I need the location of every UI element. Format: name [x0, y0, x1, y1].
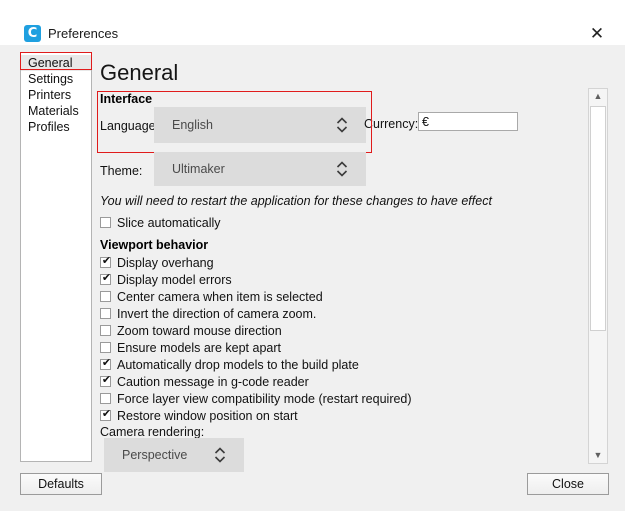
chevron-updown-icon [336, 159, 348, 179]
checkbox-ensure-models-kept-apart[interactable]: Ensure models are kept apart [100, 340, 281, 357]
close-button[interactable]: Close [527, 473, 609, 495]
checkbox-icon[interactable] [100, 357, 112, 371]
sidebar-item-settings[interactable]: Settings [21, 71, 91, 87]
checkbox-zoom-toward-mouse[interactable]: Zoom toward mouse direction [100, 323, 282, 340]
checkbox-label: Slice automatically [117, 215, 221, 230]
checkbox-slice-automatically[interactable]: Slice automatically [100, 215, 221, 232]
checkbox-auto-drop-models[interactable]: Automatically drop models to the build p… [100, 357, 359, 374]
checkbox-center-camera-when-item-selected[interactable]: Center camera when item is selected [100, 289, 323, 306]
chevron-updown-icon [336, 115, 348, 135]
checkbox-label: Zoom toward mouse direction [117, 323, 282, 338]
language-dropdown[interactable]: English [154, 107, 366, 143]
window-title: Preferences [48, 26, 119, 41]
camera-rendering-dropdown[interactable]: Perspective [104, 438, 244, 472]
vertical-scrollbar[interactable]: ▲ ▼ [588, 88, 608, 464]
sidebar-item-label: Printers [28, 88, 72, 102]
checkbox-label: Automatically drop models to the build p… [117, 357, 359, 372]
checkbox-label: Ensure models are kept apart [117, 340, 281, 355]
page-title: General [100, 60, 179, 85]
title-bar: C Preferences ✕ [0, 0, 625, 46]
language-value: English [172, 118, 213, 132]
checkbox-icon[interactable] [100, 408, 112, 422]
viewport-section-heading: Viewport behavior [100, 238, 209, 252]
checkbox-icon[interactable] [100, 308, 111, 320]
sidebar-item-materials[interactable]: Materials [21, 103, 91, 119]
sidebar-item-profiles[interactable]: Profiles [21, 119, 91, 135]
checkbox-label: Caution message in g-code reader [117, 374, 309, 389]
checkbox-icon[interactable] [100, 325, 111, 337]
checkbox-icon[interactable] [100, 393, 111, 405]
checkbox-label: Center camera when item is selected [117, 289, 323, 304]
category-list[interactable]: General Settings Printers Materials Prof… [20, 52, 92, 462]
defaults-button[interactable]: Defaults [20, 473, 102, 495]
checkbox-caution-message-gcode[interactable]: Caution message in g-code reader [100, 374, 309, 391]
theme-dropdown[interactable]: Ultimaker [154, 152, 366, 186]
checkbox-icon[interactable] [100, 272, 112, 286]
cura-logo-glyph: C [27, 26, 38, 41]
dialog-body: General Settings Printers Materials Prof… [0, 45, 625, 511]
checkbox-icon[interactable] [100, 255, 112, 269]
cura-logo-icon: C [24, 25, 41, 42]
checkbox-icon[interactable] [100, 342, 111, 354]
chevron-updown-icon [214, 445, 226, 465]
scroll-up-icon[interactable]: ▲ [589, 89, 607, 104]
theme-label: Theme: [100, 164, 143, 178]
checkbox-invert-camera-zoom[interactable]: Invert the direction of camera zoom. [100, 306, 316, 323]
sidebar-item-printers[interactable]: Printers [21, 87, 91, 103]
checkbox-icon[interactable] [100, 291, 111, 303]
checkbox-label: Display model errors [117, 272, 232, 287]
checkbox-icon[interactable] [100, 217, 111, 229]
checkbox-label: Restore window position on start [117, 408, 298, 423]
checkbox-display-model-errors[interactable]: Display model errors [100, 272, 232, 289]
currency-input[interactable] [418, 112, 518, 131]
sidebar-item-general[interactable]: General [21, 55, 91, 71]
scrollbar-thumb[interactable] [590, 106, 606, 331]
camera-rendering-value: Perspective [122, 448, 188, 462]
checkbox-restore-window-position[interactable]: Restore window position on start [100, 408, 298, 425]
scroll-down-icon[interactable]: ▼ [589, 448, 607, 463]
preferences-dialog: C Preferences ✕ General Settings Printer… [0, 0, 625, 511]
restart-note: You will need to restart the application… [100, 194, 492, 208]
checkbox-force-layer-view-compat[interactable]: Force layer view compatibility mode (res… [100, 391, 412, 408]
close-icon[interactable]: ✕ [586, 23, 608, 45]
checkbox-label: Invert the direction of camera zoom. [117, 306, 317, 321]
language-label: Language: [100, 119, 160, 133]
sidebar-item-label: General [28, 56, 73, 70]
camera-rendering-label: Camera rendering: [100, 425, 205, 439]
currency-label: Currency: [364, 117, 419, 131]
sidebar-item-label: Profiles [28, 120, 70, 134]
sidebar-item-label: Materials [28, 104, 79, 118]
theme-value: Ultimaker [172, 162, 225, 176]
checkbox-label: Display overhang [117, 255, 214, 270]
general-settings-pane: General Interface Language: English Curr… [96, 52, 581, 472]
checkbox-display-overhang[interactable]: Display overhang [100, 255, 214, 272]
sidebar-item-label: Settings [28, 72, 74, 86]
checkbox-icon[interactable] [100, 374, 112, 388]
interface-section-heading: Interface [100, 92, 153, 106]
checkbox-label: Force layer view compatibility mode (res… [117, 391, 412, 406]
